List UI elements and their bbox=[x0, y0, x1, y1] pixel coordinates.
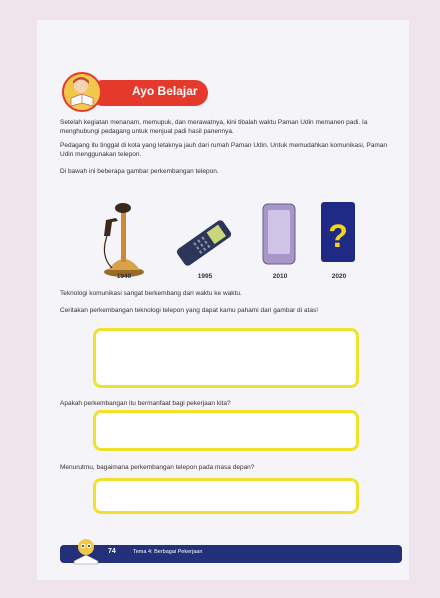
theme-label: Tema 4: Berbagai Pekerjaan bbox=[133, 549, 203, 555]
section-header: Ayo Belajar bbox=[62, 72, 212, 112]
year-1940: 1940 bbox=[116, 273, 132, 280]
answer-box-3[interactable] bbox=[93, 478, 359, 514]
pencil-mascot-icon bbox=[73, 539, 99, 565]
question-1: Ceritakan perkembangan teknologi telepon… bbox=[60, 307, 318, 314]
answer-box-1[interactable] bbox=[93, 328, 359, 388]
mystery-phone-2020-icon: ? bbox=[321, 202, 355, 262]
year-2020: 2020 bbox=[331, 273, 347, 280]
candlestick-phone-icon bbox=[103, 203, 144, 277]
paragraph-3: Di bawah ini beberapa gambar perkembanga… bbox=[60, 168, 219, 175]
paragraph-2: Pedagang itu tinggal di kota yang letakn… bbox=[60, 142, 387, 158]
question-3: Menurutmu, bagaimana perkembangan telepo… bbox=[60, 464, 255, 471]
smartphone-2010-icon bbox=[262, 203, 296, 265]
header-title: Ayo Belajar bbox=[132, 84, 198, 98]
phone-evolution-illustration: ? bbox=[103, 202, 355, 277]
student-reading-icon bbox=[62, 72, 102, 112]
question-mark: ? bbox=[328, 218, 348, 254]
answer-box-2[interactable] bbox=[93, 410, 359, 451]
intro-sentence: Teknologi komunikasi sangat berkembang d… bbox=[60, 290, 242, 297]
year-2010: 2010 bbox=[272, 273, 288, 280]
question-2: Apakah perkembangan itu bermanfaat bagi … bbox=[60, 400, 231, 407]
page-number: 74 bbox=[108, 548, 116, 555]
mobile-1995-icon bbox=[176, 220, 232, 266]
paragraph-1: Setelah kegiatan menanam, memupuk, dan m… bbox=[60, 119, 368, 135]
year-1995: 1995 bbox=[197, 273, 213, 280]
